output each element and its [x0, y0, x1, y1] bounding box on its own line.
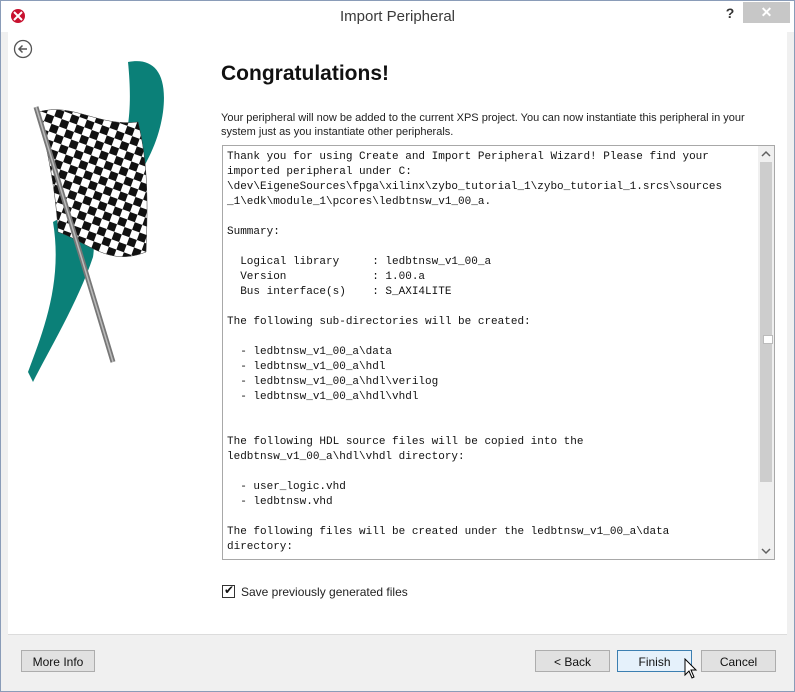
- close-button[interactable]: ✕: [743, 2, 790, 23]
- chevron-down-icon[interactable]: [758, 543, 774, 559]
- finish-button[interactable]: Finish: [617, 650, 692, 672]
- scroll-thumb[interactable]: [760, 162, 773, 482]
- footer-divider: [8, 634, 787, 635]
- checkered-flag-image: [28, 61, 164, 382]
- help-button[interactable]: ?: [719, 3, 741, 23]
- save-files-label: Save previously generated files: [241, 585, 408, 599]
- import-peripheral-window: Import Peripheral ? ✕ Congratulations! Y…: [0, 0, 795, 692]
- summary-text: Thank you for using Create and Import Pe…: [227, 151, 723, 553]
- page-heading: Congratulations!: [221, 62, 389, 85]
- title-bar: Import Peripheral ? ✕: [1, 1, 794, 32]
- scroll-grip: [763, 335, 773, 344]
- window-title: Import Peripheral: [339, 8, 456, 25]
- summary-textarea[interactable]: Thank you for using Create and Import Pe…: [222, 145, 775, 560]
- save-files-checkbox[interactable]: ✔: [222, 583, 235, 598]
- cancel-button[interactable]: Cancel: [701, 650, 776, 672]
- mouse-pointer-icon: [684, 658, 698, 679]
- page-description: Your peripheral will now be added to the…: [221, 112, 745, 138]
- vertical-scrollbar[interactable]: [758, 146, 774, 559]
- back-button[interactable]: < Back: [535, 650, 610, 672]
- more-info-button[interactable]: More Info: [21, 650, 95, 672]
- checkmark-icon: ✔: [224, 583, 235, 597]
- chevron-up-icon[interactable]: [758, 146, 774, 162]
- wizard-content: Congratulations! Your peripheral will no…: [8, 32, 787, 634]
